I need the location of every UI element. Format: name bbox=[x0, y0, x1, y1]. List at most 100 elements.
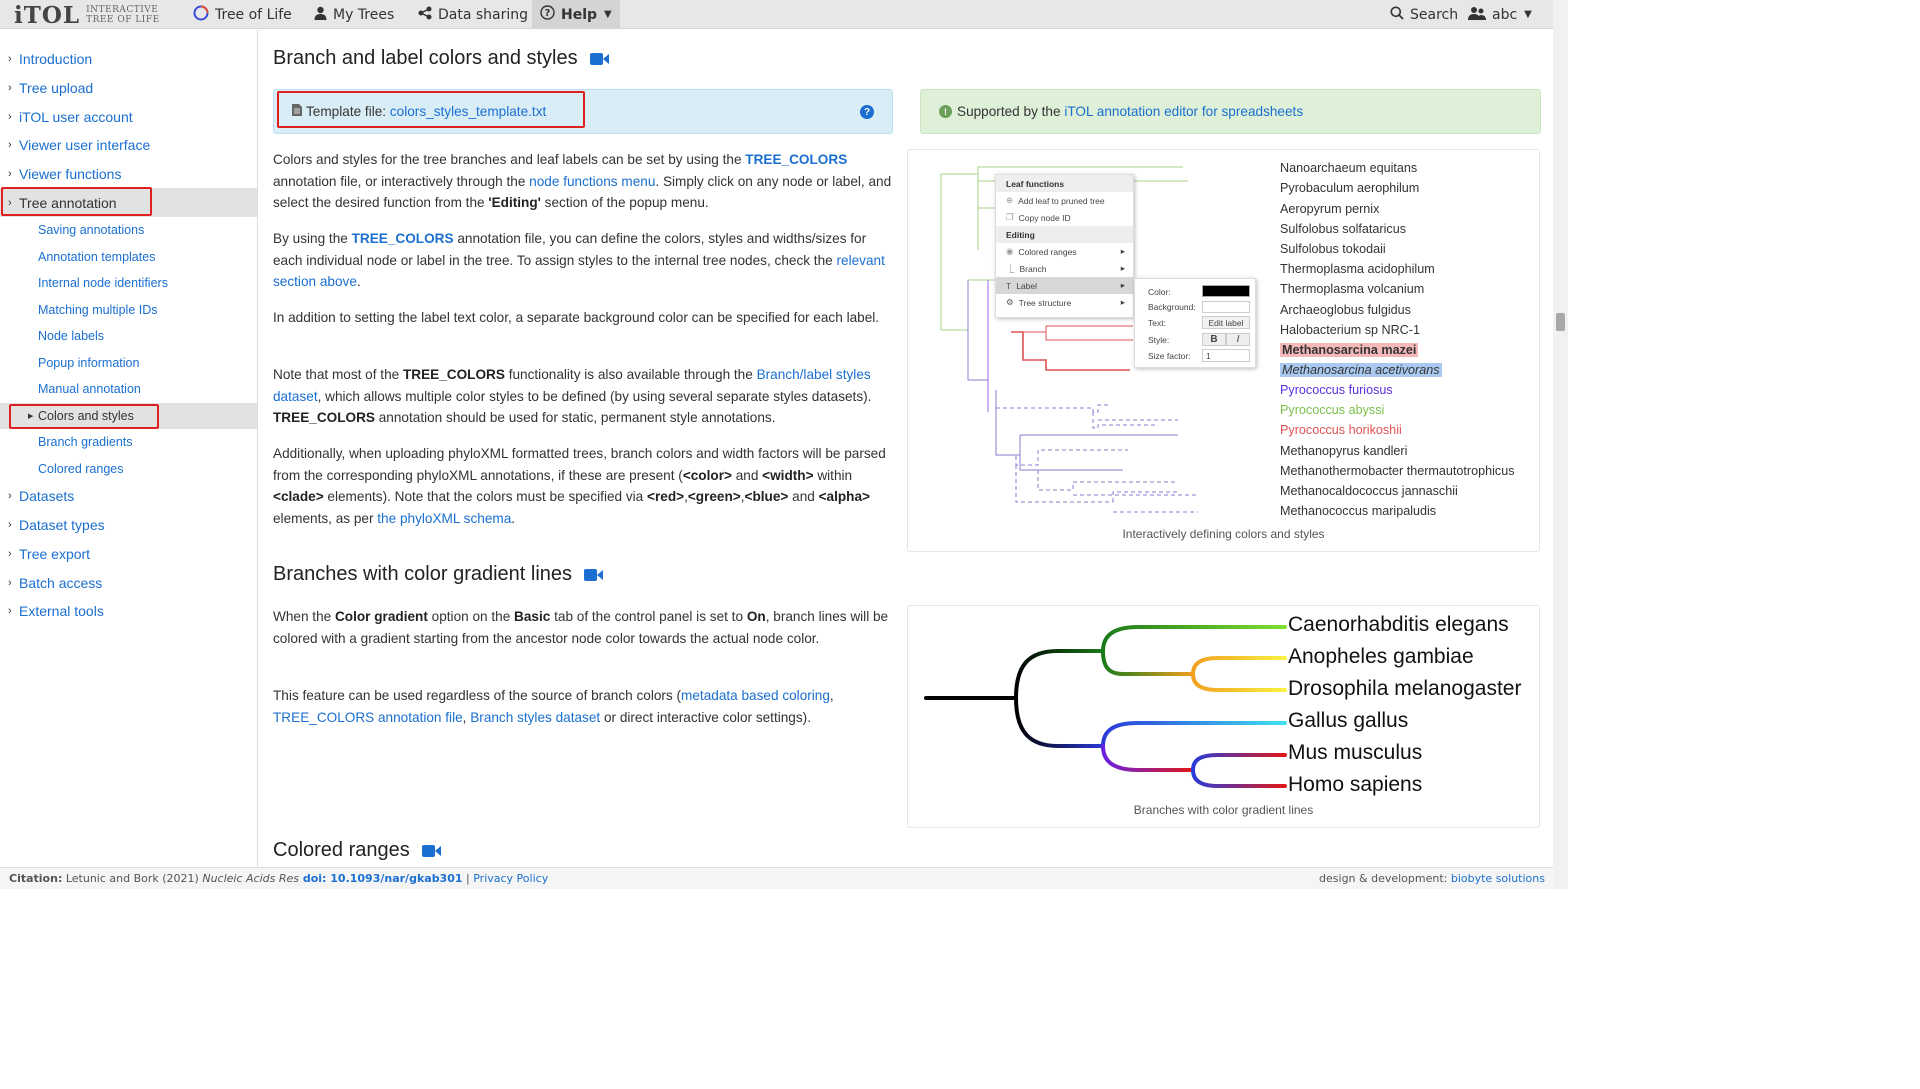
sidebar-item-introduction[interactable]: › Introduction bbox=[0, 45, 257, 74]
svg-text:?: ? bbox=[545, 8, 551, 19]
leaf-functions-popup: Leaf functions ⊕ Add leaf to pruned tree … bbox=[995, 174, 1134, 318]
help-icon: ? bbox=[540, 5, 555, 24]
taxon-label: Anopheles gambiae bbox=[1288, 645, 1474, 668]
branch-icon: ⎿ bbox=[1006, 263, 1015, 274]
sidebar-subitem-internal-node-identifiers[interactable]: Internal node identifiers bbox=[0, 270, 257, 297]
section-title-colored-ranges: Colored ranges bbox=[273, 839, 441, 862]
support-notice: ! Supported by the iTOL annotation edito… bbox=[920, 89, 1541, 134]
info-icon: ! bbox=[939, 105, 952, 118]
sidebar-item-dataset-types[interactable]: › Dataset types bbox=[0, 511, 257, 540]
video-icon[interactable] bbox=[584, 568, 604, 581]
italic-button[interactable]: I bbox=[1226, 333, 1250, 346]
popup-item-add-leaf[interactable]: ⊕ Add leaf to pruned tree bbox=[996, 192, 1133, 209]
tree-colors-file-link[interactable]: TREE_COLORS annotation file bbox=[273, 710, 463, 725]
sidebar-subitem-popup-information[interactable]: Popup information bbox=[0, 350, 257, 377]
taxon-label: Pyrococcus abyssi bbox=[1280, 403, 1385, 417]
node-functions-link[interactable]: node functions menu bbox=[529, 174, 655, 189]
annotation-editor-link[interactable]: iTOL annotation editor for spreadsheets bbox=[1064, 104, 1303, 119]
nav-search[interactable]: Search bbox=[1390, 0, 1458, 29]
chevron-right-icon: › bbox=[8, 576, 12, 589]
chevron-right-icon: › bbox=[8, 110, 12, 123]
footer: Citation: Letunic and Bork (2021) Nuclei… bbox=[0, 867, 1553, 889]
sidebar-subitem-annotation-templates[interactable]: Annotation templates bbox=[0, 244, 257, 271]
users-icon bbox=[1468, 6, 1486, 24]
plus-icon: ⊕ bbox=[1006, 195, 1014, 205]
popup-header: Editing bbox=[996, 226, 1133, 243]
branch-styles-link[interactable]: Branch styles dataset bbox=[470, 710, 600, 725]
taxon-label: Thermoplasma volcanium bbox=[1280, 282, 1425, 296]
color-picker[interactable] bbox=[1202, 285, 1250, 297]
chevron-right-icon: › bbox=[8, 547, 12, 560]
text-icon: T bbox=[1006, 280, 1012, 291]
paragraph: By using the TREE_COLORS annotation file… bbox=[273, 231, 885, 290]
biobyte-link[interactable]: biobyte solutions bbox=[1451, 872, 1545, 885]
sidebar-item-viewer-user-interface[interactable]: › Viewer user interface bbox=[0, 131, 257, 160]
nav-label: Tree of Life bbox=[215, 6, 292, 23]
taxon-label: Gallus gallus bbox=[1288, 709, 1409, 732]
structure-icon: ⚙ bbox=[1006, 297, 1014, 307]
bold-button[interactable]: B bbox=[1202, 333, 1226, 346]
chevron-down-icon: ▼ bbox=[604, 9, 612, 20]
popup-item-colored-ranges[interactable]: ◉ Colored ranges ▸ bbox=[996, 243, 1133, 260]
figure-gradient-lines: Caenorhabditis elegans Anopheles gambiae… bbox=[907, 605, 1540, 828]
size-factor-input[interactable]: 1 bbox=[1202, 349, 1250, 362]
nav-label: abc bbox=[1492, 6, 1518, 23]
video-icon[interactable] bbox=[589, 52, 609, 65]
tree-of-life-icon bbox=[193, 5, 209, 25]
itol-logo[interactable]: iTOL INTERACTIVE TREE OF LIFE bbox=[14, 1, 160, 29]
background-color-picker[interactable] bbox=[1202, 301, 1250, 313]
phyloxml-schema-link[interactable]: the phyloXML schema bbox=[377, 511, 511, 526]
sidebar-subitem-branch-gradients[interactable]: Branch gradients bbox=[0, 429, 257, 456]
taxon-label: Mus musculus bbox=[1288, 741, 1423, 764]
metadata-coloring-link[interactable]: metadata based coloring bbox=[681, 688, 830, 703]
nav-user-menu[interactable]: abc ▼ bbox=[1468, 0, 1532, 29]
chevron-right-icon: › bbox=[8, 168, 12, 181]
nav-help[interactable]: ? Help ▼ bbox=[532, 0, 620, 29]
sidebar-item-tree-export[interactable]: › Tree export bbox=[0, 540, 257, 569]
chevron-right-icon: › bbox=[8, 519, 12, 532]
sidebar-subitem-node-labels[interactable]: Node labels bbox=[0, 323, 257, 350]
taxon-label: Pyrococcus furiosus bbox=[1280, 383, 1393, 397]
taxon-label: Nanoarchaeum equitans bbox=[1280, 161, 1418, 175]
sidebar-subitem-matching-multiple-ids[interactable]: Matching multiple IDs bbox=[0, 297, 257, 324]
nav-label: Help bbox=[561, 6, 598, 23]
doi-link[interactable]: doi: 10.1093/nar/gkab301 bbox=[299, 872, 463, 885]
video-icon[interactable] bbox=[421, 844, 441, 857]
sidebar-item-batch-access[interactable]: › Batch access bbox=[0, 568, 257, 597]
popup-item-branch[interactable]: ⎿ Branch ▸ bbox=[996, 260, 1133, 277]
nav-tree-of-life[interactable]: Tree of Life bbox=[193, 0, 292, 29]
section-title-gradient: Branches with color gradient lines bbox=[273, 563, 604, 586]
popup-item-label[interactable]: T Label ▸ bbox=[996, 277, 1133, 294]
paragraph: Note that most of the TREE_COLORS functi… bbox=[273, 367, 872, 426]
help-icon[interactable]: ? bbox=[860, 105, 874, 119]
sidebar-item-external-tools[interactable]: › External tools bbox=[0, 597, 257, 626]
popup-item-copy-id[interactable]: ❐ Copy node ID bbox=[996, 209, 1133, 226]
sidebar-subitem-manual-annotation[interactable]: Manual annotation bbox=[0, 376, 257, 403]
tree-colors-link[interactable]: TREE_COLORS bbox=[745, 152, 847, 167]
nav-my-trees[interactable]: My Trees bbox=[314, 0, 394, 29]
highlight-box bbox=[277, 91, 585, 128]
taxon-label: Methanopyrus kandleri bbox=[1280, 444, 1408, 458]
logo-mark: iTOL bbox=[14, 1, 81, 29]
sidebar-item-tree-upload[interactable]: › Tree upload bbox=[0, 74, 257, 103]
sidebar-item-datasets[interactable]: › Datasets bbox=[0, 482, 257, 511]
chevron-right-icon: › bbox=[8, 53, 12, 66]
sidebar-subitem-colored-ranges[interactable]: Colored ranges bbox=[0, 456, 257, 483]
paragraph: When the Color gradient option on the Ba… bbox=[273, 609, 889, 646]
taxon-label: Methanothermobacter thermautotrophicus bbox=[1280, 464, 1515, 478]
figure-colors-styles: Leaf functions ⊕ Add leaf to pruned tree … bbox=[907, 149, 1540, 552]
nav-label: My Trees bbox=[333, 6, 395, 23]
popup-item-tree-structure[interactable]: ⚙ Tree structure ▸ bbox=[996, 294, 1133, 311]
sidebar-item-itol-user-account[interactable]: › iTOL user account bbox=[0, 102, 257, 131]
chevron-right-icon: › bbox=[8, 139, 12, 152]
scrollbar-thumb[interactable] bbox=[1556, 313, 1565, 331]
tree-colors-link[interactable]: TREE_COLORS bbox=[352, 231, 454, 246]
sidebar-item-viewer-functions[interactable]: › Viewer functions bbox=[0, 160, 257, 189]
sidebar-subitem-saving-annotations[interactable]: Saving annotations bbox=[0, 217, 257, 244]
page-scrollbar[interactable] bbox=[1553, 0, 1568, 889]
nav-data-sharing[interactable]: Data sharing bbox=[418, 0, 528, 29]
privacy-policy-link[interactable]: Privacy Policy bbox=[473, 872, 548, 885]
edit-label-button[interactable]: Edit label bbox=[1202, 316, 1250, 329]
taxon-label: Methanosarcina mazei bbox=[1280, 343, 1419, 357]
share-icon bbox=[418, 6, 432, 24]
